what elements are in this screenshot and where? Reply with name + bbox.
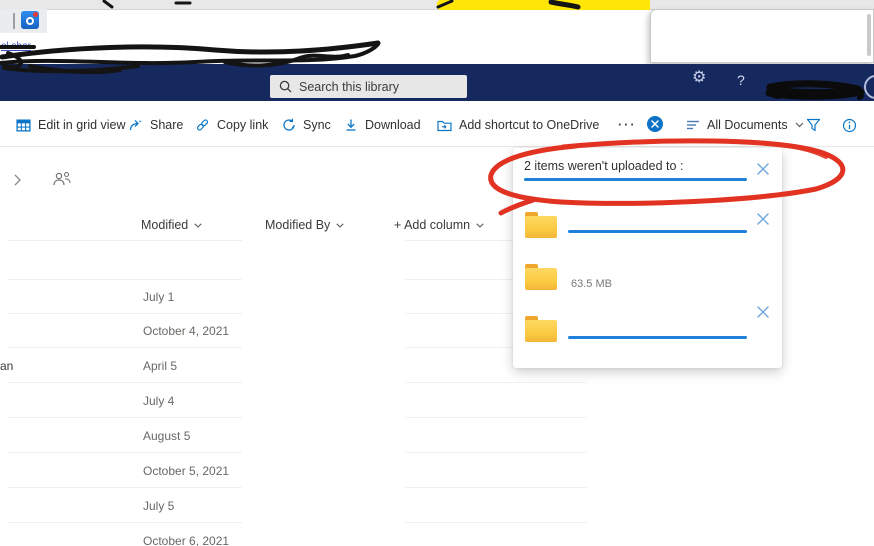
yellow-highlighter-redaction — [437, 0, 650, 10]
add-column-button[interactable]: + Add column — [394, 218, 484, 232]
grid-icon — [16, 119, 31, 131]
gear-icon[interactable]: ⚙ — [692, 67, 706, 87]
table-row[interactable]: July 4 — [0, 383, 874, 418]
table-row[interactable]: August 5 — [0, 418, 874, 453]
modified-cell: August 5 — [143, 428, 191, 443]
suite-header-bar: Search this library ⚙ ? — [0, 64, 874, 101]
folder-icon — [525, 316, 557, 342]
command-bar-divider — [0, 146, 874, 147]
table-row[interactable]: October 6, 2021 — [0, 523, 874, 546]
redacted-item-name — [568, 230, 747, 233]
chevron-down-icon — [336, 222, 344, 228]
download-label: Download — [365, 118, 421, 132]
close-icon — [757, 163, 769, 175]
more-commands-button[interactable]: ··· — [618, 114, 637, 136]
close-icon — [651, 120, 659, 128]
sync-label: Sync — [303, 118, 331, 132]
copy-link-label: Copy link — [217, 118, 269, 132]
filter-funnel-icon — [806, 118, 821, 132]
shared-people-icon[interactable] — [52, 171, 72, 192]
download-button[interactable]: Download — [344, 114, 421, 136]
item-size-label: 63.5 MB — [571, 278, 612, 290]
modified-cell: July 5 — [143, 498, 175, 513]
view-selector[interactable]: All Documents — [686, 114, 804, 136]
share-button[interactable]: Share — [128, 114, 183, 136]
close-icon — [757, 213, 769, 225]
modified-cell: April 5 — [143, 358, 178, 373]
popup-close-button[interactable] — [757, 162, 769, 180]
share-icon — [129, 120, 142, 131]
view-list-icon — [687, 120, 699, 130]
search-placeholder: Search this library — [299, 79, 400, 94]
share-label: Share — [150, 118, 184, 132]
info-icon — [842, 118, 857, 132]
upload-status-badge[interactable] — [647, 116, 663, 132]
link-icon — [196, 119, 209, 131]
table-row[interactable]: July 5 — [0, 488, 874, 523]
account-avatar[interactable] — [864, 75, 874, 99]
modified-cell: October 6, 2021 — [143, 533, 230, 546]
toolbar-divider — [13, 13, 15, 29]
info-button[interactable] — [842, 114, 857, 136]
column-header-modified[interactable]: Modified — [141, 218, 202, 232]
dismiss-item-button[interactable] — [757, 305, 769, 323]
chevron-down-icon — [476, 222, 484, 228]
add-column-label: + Add column — [394, 218, 471, 232]
redacted-destination-name — [524, 178, 747, 181]
folder-icon — [525, 264, 557, 290]
filter-button[interactable] — [806, 114, 821, 136]
folder-icon — [525, 212, 557, 238]
upload-popup-title: 2 items weren't uploaded to : — [524, 159, 684, 173]
scrollbar[interactable] — [867, 14, 871, 56]
sync-icon — [283, 118, 295, 131]
folder-shortcut-icon — [437, 120, 452, 132]
black-scribble-redaction — [0, 0, 581, 75]
help-icon[interactable]: ? — [737, 72, 745, 88]
add-shortcut-label: Add shortcut to OneDrive — [459, 118, 600, 132]
modified-cell: October 5, 2021 — [143, 463, 230, 478]
table-row[interactable]: October 5, 2021 — [0, 453, 874, 488]
ellipsis-icon: ··· — [618, 118, 637, 132]
screen-capture-extension-icon[interactable] — [21, 11, 39, 29]
modified-by-header-label: Modified By — [265, 218, 331, 232]
add-shortcut-button[interactable]: Add shortcut to OneDrive — [437, 114, 599, 136]
close-icon — [757, 306, 769, 318]
modified-cell: October 4, 2021 — [143, 324, 230, 338]
search-input[interactable]: Search this library — [270, 75, 467, 98]
download-icon — [346, 119, 356, 131]
notification-dot — [33, 12, 38, 17]
sharepoint-library-window: el shar Search this library ⚙ ? Edit in … — [0, 0, 874, 546]
upload-status-popup: 2 items weren't uploaded to : 63.5 MB — [513, 148, 782, 368]
search-icon — [279, 80, 292, 93]
modified-cell: July 4 — [143, 393, 175, 408]
browser-dropdown-panel — [650, 9, 874, 63]
breadcrumb-chevron-icon[interactable] — [13, 173, 22, 192]
view-selector-label: All Documents — [707, 118, 788, 132]
redacted-item-name — [568, 336, 747, 339]
column-header-modified-by[interactable]: Modified By — [265, 218, 344, 232]
modified-header-label: Modified — [141, 218, 189, 232]
sync-button[interactable]: Sync — [282, 114, 331, 136]
chevron-down-icon — [194, 222, 202, 228]
bookmark-link[interactable]: el shar — [1, 41, 31, 52]
copy-link-button[interactable]: Copy link — [195, 114, 268, 136]
dismiss-item-button[interactable] — [757, 212, 769, 230]
modified-cell: July 1 — [143, 290, 175, 304]
edit-grid-view-button[interactable]: Edit in grid view — [16, 114, 126, 136]
file-name-cell: an — [0, 358, 14, 373]
edit-grid-view-label: Edit in grid view — [38, 118, 126, 132]
camera-lens-icon — [26, 17, 34, 25]
chevron-down-icon — [795, 122, 804, 128]
